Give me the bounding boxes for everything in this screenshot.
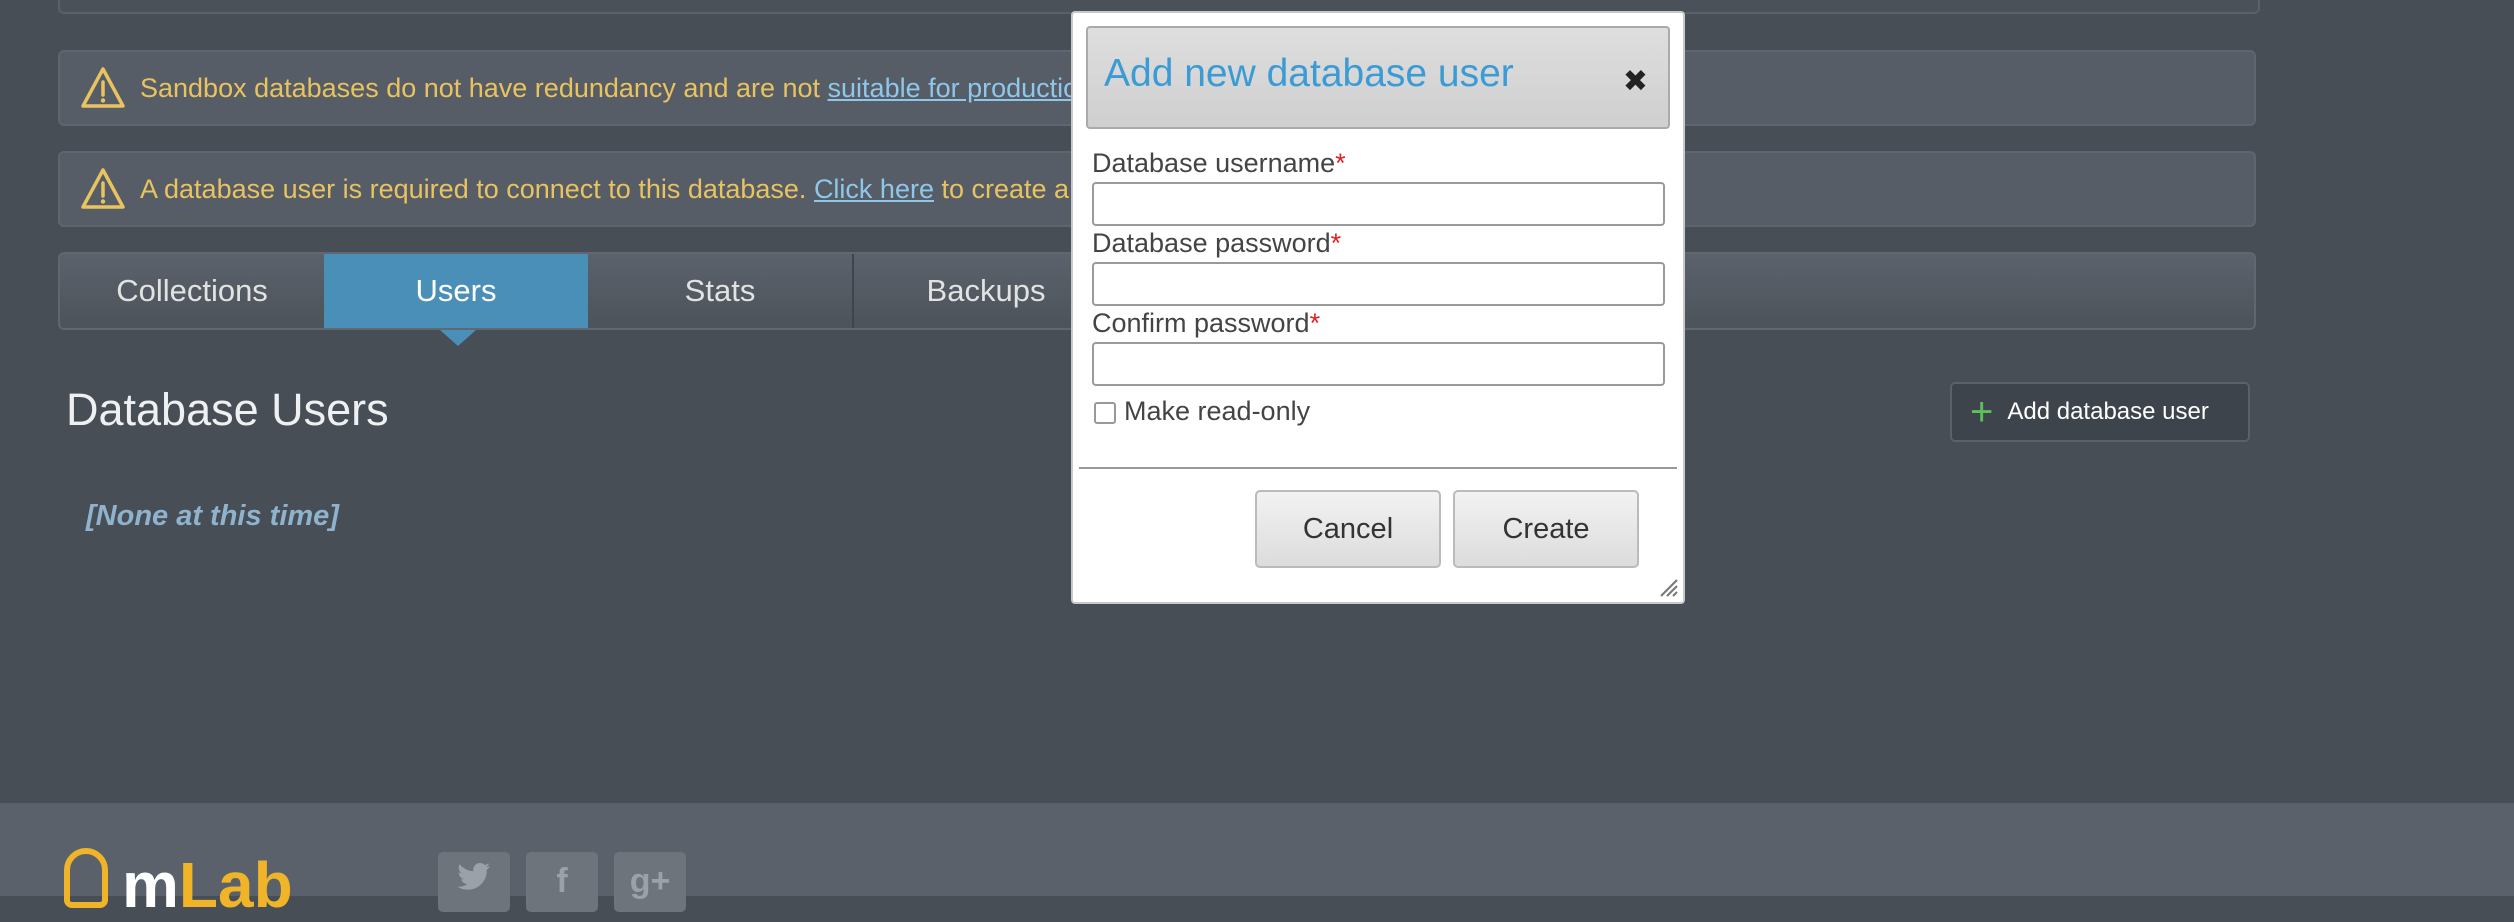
facebook-icon[interactable]: f [526, 852, 598, 912]
password-input[interactable] [1092, 262, 1665, 306]
cancel-button[interactable]: Cancel [1255, 490, 1441, 568]
username-label: Database username* [1092, 148, 1346, 178]
page-title: Database Users [66, 384, 389, 435]
confirm-password-label: Confirm password* [1092, 308, 1321, 338]
create-button[interactable]: Create [1453, 490, 1639, 568]
dialog-title: Add new database user [1104, 52, 1514, 95]
add-user-dialog: Add new database user ✖ Database usernam… [1071, 11, 1685, 604]
sandbox-warning-text: Sandbox databases do not have redundancy… [140, 72, 1101, 103]
dialog-divider [1079, 467, 1677, 469]
tab-collections[interactable]: Collections [60, 254, 326, 328]
read-only-checkbox[interactable] [1094, 402, 1116, 424]
add-database-user-button[interactable]: + Add database user [1950, 382, 2250, 442]
resize-grip-icon[interactable] [1657, 576, 1679, 598]
suitable-for-production-link[interactable]: suitable for production [828, 73, 1094, 103]
mlab-logo: mLab [122, 849, 293, 921]
footer [0, 803, 2514, 896]
empty-users-note: [None at this time] [86, 500, 339, 532]
confirm-password-input[interactable] [1092, 342, 1665, 386]
google-plus-icon[interactable]: g+ [614, 852, 686, 912]
close-icon[interactable]: ✖ [1623, 64, 1648, 99]
tab-stats[interactable]: Stats [588, 254, 854, 328]
username-input[interactable] [1092, 182, 1665, 226]
click-here-link[interactable]: Click here [814, 174, 934, 204]
warning-icon [81, 67, 125, 108]
warning-icon [81, 168, 125, 209]
plus-icon: + [1970, 390, 1994, 434]
twitter-icon[interactable] [438, 852, 510, 912]
mlab-logo-icon [64, 848, 108, 908]
add-database-user-label: Add database user [2007, 398, 2209, 425]
dialog-header: Add new database user ✖ [1086, 26, 1670, 129]
tab-users[interactable]: Users [324, 254, 588, 328]
active-tab-pointer [440, 330, 476, 346]
read-only-label[interactable]: Make read-only [1124, 396, 1310, 427]
password-label: Database password* [1092, 228, 1342, 258]
user-required-text: A database user is required to connect t… [140, 173, 1127, 204]
